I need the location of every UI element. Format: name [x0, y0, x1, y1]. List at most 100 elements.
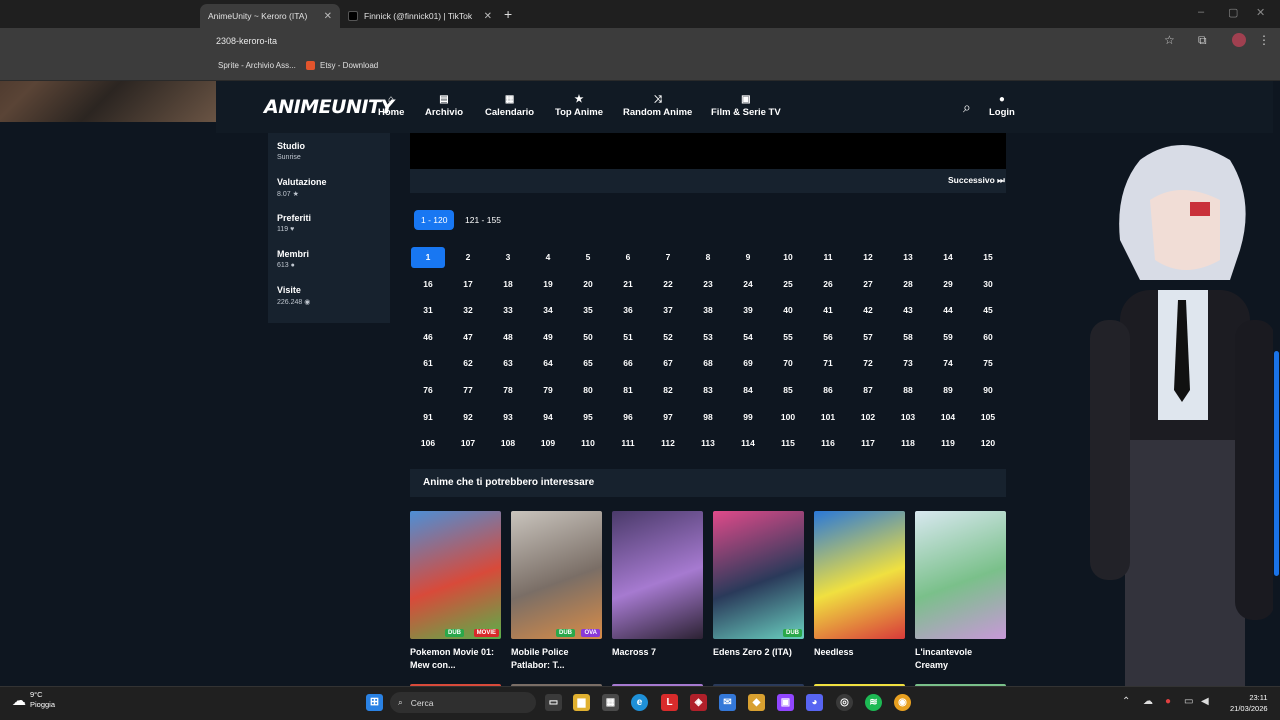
episode-button-4[interactable]: 4 — [531, 247, 565, 268]
volume-icon[interactable]: ◀ — [1201, 696, 1209, 707]
episode-button-59[interactable]: 59 — [931, 327, 965, 348]
episode-button-110[interactable]: 110 — [571, 433, 605, 454]
new-tab-icon[interactable]: + — [504, 6, 512, 22]
episode-button-56[interactable]: 56 — [811, 327, 845, 348]
episode-button-87[interactable]: 87 — [851, 380, 885, 401]
url-field[interactable]: 2308-keroro-ita — [216, 36, 277, 46]
edge-icon[interactable]: e — [631, 694, 648, 711]
episode-button-48[interactable]: 48 — [491, 327, 525, 348]
episode-button-33[interactable]: 33 — [491, 300, 525, 321]
episode-button-16[interactable]: 16 — [411, 274, 445, 295]
episode-button-98[interactable]: 98 — [691, 407, 725, 428]
episode-button-8[interactable]: 8 — [691, 247, 725, 268]
anime-poster[interactable] — [814, 511, 905, 639]
episode-button-104[interactable]: 104 — [931, 407, 965, 428]
episode-button-67[interactable]: 67 — [651, 353, 685, 374]
episode-button-97[interactable]: 97 — [651, 407, 685, 428]
episode-button-55[interactable]: 55 — [771, 327, 805, 348]
episode-button-26[interactable]: 26 — [811, 274, 845, 295]
episode-button-95[interactable]: 95 — [571, 407, 605, 428]
episode-button-89[interactable]: 89 — [931, 380, 965, 401]
minimize-icon[interactable]: – — [1198, 6, 1204, 18]
episode-button-9[interactable]: 9 — [731, 247, 765, 268]
close-window-icon[interactable]: ✕ — [1256, 6, 1265, 19]
episode-button-106[interactable]: 106 — [411, 433, 445, 454]
episode-button-108[interactable]: 108 — [491, 433, 525, 454]
episode-button-75[interactable]: 75 — [971, 353, 1005, 374]
episode-button-117[interactable]: 117 — [851, 433, 885, 454]
anime-card[interactable]: OVA DUB Mobile Police Patlabor: T... — [511, 511, 602, 672]
shield-app-icon[interactable]: ◈ — [690, 694, 707, 711]
episode-button-90[interactable]: 90 — [971, 380, 1005, 401]
episode-button-76[interactable]: 76 — [411, 380, 445, 401]
episode-button-25[interactable]: 25 — [771, 274, 805, 295]
episode-button-27[interactable]: 27 — [851, 274, 885, 295]
site-logo[interactable]: ANIMEUNITY — [264, 96, 394, 118]
anime-card[interactable]: MOVIE DUB Pokemon Movie 01: Mew con... — [410, 511, 501, 672]
episode-button-14[interactable]: 14 — [931, 247, 965, 268]
episode-button-40[interactable]: 40 — [771, 300, 805, 321]
episode-button-23[interactable]: 23 — [691, 274, 725, 295]
episode-button-100[interactable]: 100 — [771, 407, 805, 428]
game-app-icon[interactable]: ◆ — [748, 694, 765, 711]
chrome-icon[interactable]: ◉ — [894, 694, 911, 711]
episode-button-61[interactable]: 61 — [411, 353, 445, 374]
anime-card-title[interactable]: Macross 7 — [612, 646, 703, 659]
anime-card-title[interactable]: Pokemon Movie 01: Mew con... — [410, 646, 501, 672]
discord-icon[interactable]: ◕ — [806, 694, 823, 711]
episode-button-47[interactable]: 47 — [451, 327, 485, 348]
episode-button-36[interactable]: 36 — [611, 300, 645, 321]
episode-button-81[interactable]: 81 — [611, 380, 645, 401]
episode-button-80[interactable]: 80 — [571, 380, 605, 401]
video-player[interactable] — [410, 133, 1006, 169]
episode-button-119[interactable]: 119 — [931, 433, 965, 454]
episode-button-93[interactable]: 93 — [491, 407, 525, 428]
episode-button-1[interactable]: 1 — [411, 247, 445, 268]
episode-button-118[interactable]: 118 — [891, 433, 925, 454]
episode-button-60[interactable]: 60 — [971, 327, 1005, 348]
episode-button-114[interactable]: 114 — [731, 433, 765, 454]
episode-button-64[interactable]: 64 — [531, 353, 565, 374]
anime-card[interactable]: DUB Edens Zero 2 (ITA) — [713, 511, 804, 659]
episode-button-73[interactable]: 73 — [891, 353, 925, 374]
episode-button-66[interactable]: 66 — [611, 353, 645, 374]
episode-button-70[interactable]: 70 — [771, 353, 805, 374]
episode-button-21[interactable]: 21 — [611, 274, 645, 295]
anime-poster[interactable]: OVA DUB — [511, 511, 602, 639]
anime-card-title[interactable]: Mobile Police Patlabor: T... — [511, 646, 602, 672]
anime-card[interactable]: Macross 7 — [612, 511, 703, 659]
scrollbar-thumb[interactable] — [1274, 351, 1279, 576]
weather-widget[interactable]: ☁ 9°C Pioggia — [12, 690, 55, 710]
episode-button-88[interactable]: 88 — [891, 380, 925, 401]
episode-button-79[interactable]: 79 — [531, 380, 565, 401]
episode-button-113[interactable]: 113 — [691, 433, 725, 454]
episode-button-68[interactable]: 68 — [691, 353, 725, 374]
taskbar-clock[interactable]: 23:11 21/03/2026 — [1230, 692, 1268, 714]
episode-button-65[interactable]: 65 — [571, 353, 605, 374]
file-explorer-icon[interactable]: ▆ — [573, 694, 590, 711]
windows-start-icon[interactable]: ⊞ — [366, 694, 383, 711]
episode-button-10[interactable]: 10 — [771, 247, 805, 268]
task-view-icon[interactable]: ▭ — [545, 694, 562, 711]
store-icon[interactable]: ▦ — [602, 694, 619, 711]
episode-button-5[interactable]: 5 — [571, 247, 605, 268]
chevron-up-icon[interactable]: ⌃ — [1122, 696, 1130, 707]
episode-button-35[interactable]: 35 — [571, 300, 605, 321]
next-episode-button[interactable]: Successivo ⏭ — [948, 175, 1005, 186]
episode-button-7[interactable]: 7 — [651, 247, 685, 268]
episode-button-91[interactable]: 91 — [411, 407, 445, 428]
episode-button-103[interactable]: 103 — [891, 407, 925, 428]
nav-random-anime[interactable]: ⤨ Random Anime — [623, 94, 692, 118]
episode-button-43[interactable]: 43 — [891, 300, 925, 321]
episode-button-39[interactable]: 39 — [731, 300, 765, 321]
episode-button-82[interactable]: 82 — [651, 380, 685, 401]
episode-button-85[interactable]: 85 — [771, 380, 805, 401]
episode-button-31[interactable]: 31 — [411, 300, 445, 321]
episode-button-15[interactable]: 15 — [971, 247, 1005, 268]
search-icon[interactable]: ⌕ — [963, 99, 971, 116]
close-icon[interactable]: ✕ — [324, 11, 332, 22]
episode-button-62[interactable]: 62 — [451, 353, 485, 374]
episode-button-57[interactable]: 57 — [851, 327, 885, 348]
nav-home[interactable]: ⌂ Home — [378, 94, 404, 118]
episode-button-54[interactable]: 54 — [731, 327, 765, 348]
